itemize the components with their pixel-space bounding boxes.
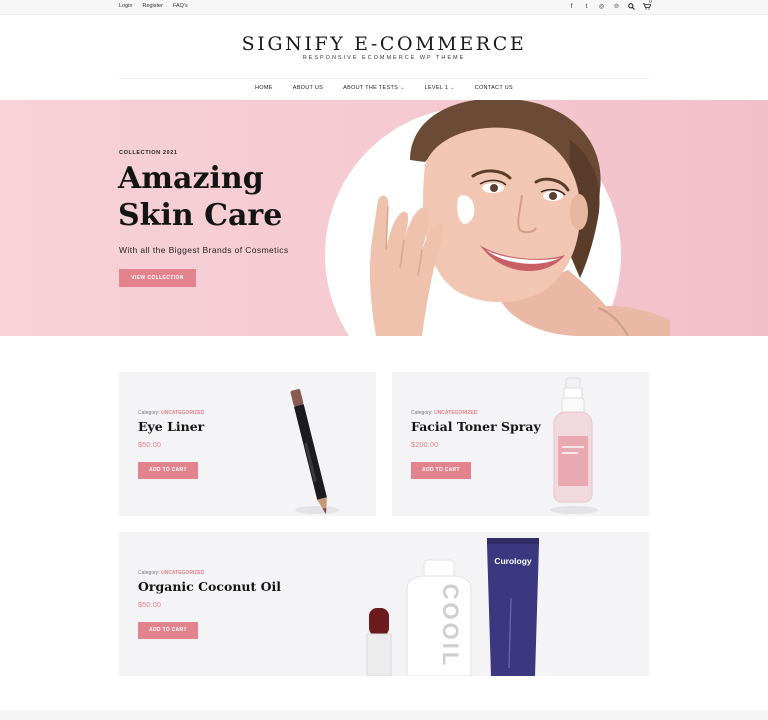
eye-liner-image: [290, 389, 339, 515]
category-link[interactable]: UNCATEGORIZED: [434, 410, 477, 416]
chevron-down-icon: ⌄: [450, 85, 455, 91]
hero-model-image: [369, 100, 670, 336]
bottle-label: COOIL: [438, 584, 463, 669]
add-to-cart-button[interactable]: ADD TO CART: [138, 622, 198, 639]
faqs-link[interactable]: FAQ's: [173, 3, 188, 9]
product-price: $50.00: [138, 440, 161, 449]
add-to-cart-button[interactable]: ADD TO CART: [411, 462, 471, 479]
pinterest-icon[interactable]: ℗: [613, 3, 620, 11]
hero-title: Amazing Skin Care: [118, 161, 283, 233]
hero-subtitle: With all the Biggest Brands of Cosmetics: [119, 245, 289, 255]
view-collection-button[interactable]: VIEW COLLECTION: [119, 269, 196, 287]
main-navigation: HOME ABOUT US ABOUT THE TESTS ⌄ LEVEL 1 ⌄ …: [0, 85, 768, 91]
product-category: Category: UNCATEGORIZED: [138, 410, 204, 416]
nav-item-contact-us[interactable]: CONTACT US: [465, 85, 523, 91]
twitter-icon[interactable]: t: [583, 3, 590, 11]
search-icon[interactable]: [628, 3, 635, 11]
product-category: Category: UNCATEGORIZED: [138, 570, 204, 576]
facebook-icon[interactable]: f: [568, 3, 575, 11]
category-link[interactable]: UNCATEGORIZED: [161, 570, 204, 576]
product-price: $200.00: [411, 440, 439, 449]
cart-count-badge: 0: [649, 0, 652, 5]
top-bar: Login Register FAQ's f t ◎ ℗ 0: [0, 0, 768, 15]
category-link[interactable]: UNCATEGORIZED: [161, 410, 204, 416]
register-link[interactable]: Register: [142, 3, 162, 9]
nav-label: ABOUT THE TESTS: [343, 85, 399, 91]
add-to-cart-button[interactable]: ADD TO CART: [138, 462, 198, 479]
product-price: $50.00: [138, 600, 161, 609]
tube-brand-label: Curology: [494, 556, 532, 566]
nav-item-about-the-tests[interactable]: ABOUT THE TESTS ⌄: [333, 85, 414, 91]
product-title[interactable]: Facial Toner Spray: [411, 419, 541, 434]
category-label: Category:: [411, 410, 433, 416]
product-card-organic-coconut-oil: Category: UNCATEGORIZED Organic Coconut …: [119, 532, 649, 676]
product-title[interactable]: Organic Coconut Oil: [138, 579, 281, 594]
footer-strip: [0, 710, 768, 720]
site-tagline: RESPONSIVE ECOMMERCE WP THEME: [302, 55, 466, 61]
login-link[interactable]: Login: [119, 3, 132, 9]
account-links: Login Register FAQ's: [119, 3, 188, 9]
hero-eyebrow: COLLECTION 2021: [119, 150, 178, 156]
top-icons: f t ◎ ℗: [568, 3, 652, 11]
toner-spray-image: [550, 377, 598, 514]
product-category: Category: UNCATEGORIZED: [411, 410, 477, 416]
category-label: Category:: [138, 570, 160, 576]
product-card-facial-toner-spray: Category: UNCATEGORIZED Facial Toner Spr…: [392, 372, 649, 516]
instagram-icon[interactable]: ◎: [598, 3, 605, 11]
nav-label: ABOUT US: [292, 85, 324, 91]
category-label: Category:: [138, 410, 160, 416]
nav-item-level-1[interactable]: LEVEL 1 ⌄: [415, 85, 465, 91]
site-title[interactable]: SIGNIFY E-COMMERCE: [0, 33, 768, 55]
hero-banner: COLLECTION 2021 Amazing Skin Care With a…: [0, 100, 768, 336]
nav-label: LEVEL 1: [424, 85, 449, 91]
header-divider: [119, 78, 649, 79]
product-title[interactable]: Eye Liner: [138, 419, 204, 434]
nav-item-about-us[interactable]: ABOUT US: [283, 85, 333, 91]
product-card-eye-liner: Category: UNCATEGORIZED Eye Liner $50.00…: [119, 372, 376, 516]
nav-label: HOME: [255, 85, 273, 91]
nav-item-home[interactable]: HOME: [245, 85, 283, 91]
coconut-oil-image: COOIL Curology: [366, 538, 539, 676]
chevron-down-icon: ⌄: [400, 85, 405, 91]
nav-label: CONTACT US: [474, 85, 513, 91]
